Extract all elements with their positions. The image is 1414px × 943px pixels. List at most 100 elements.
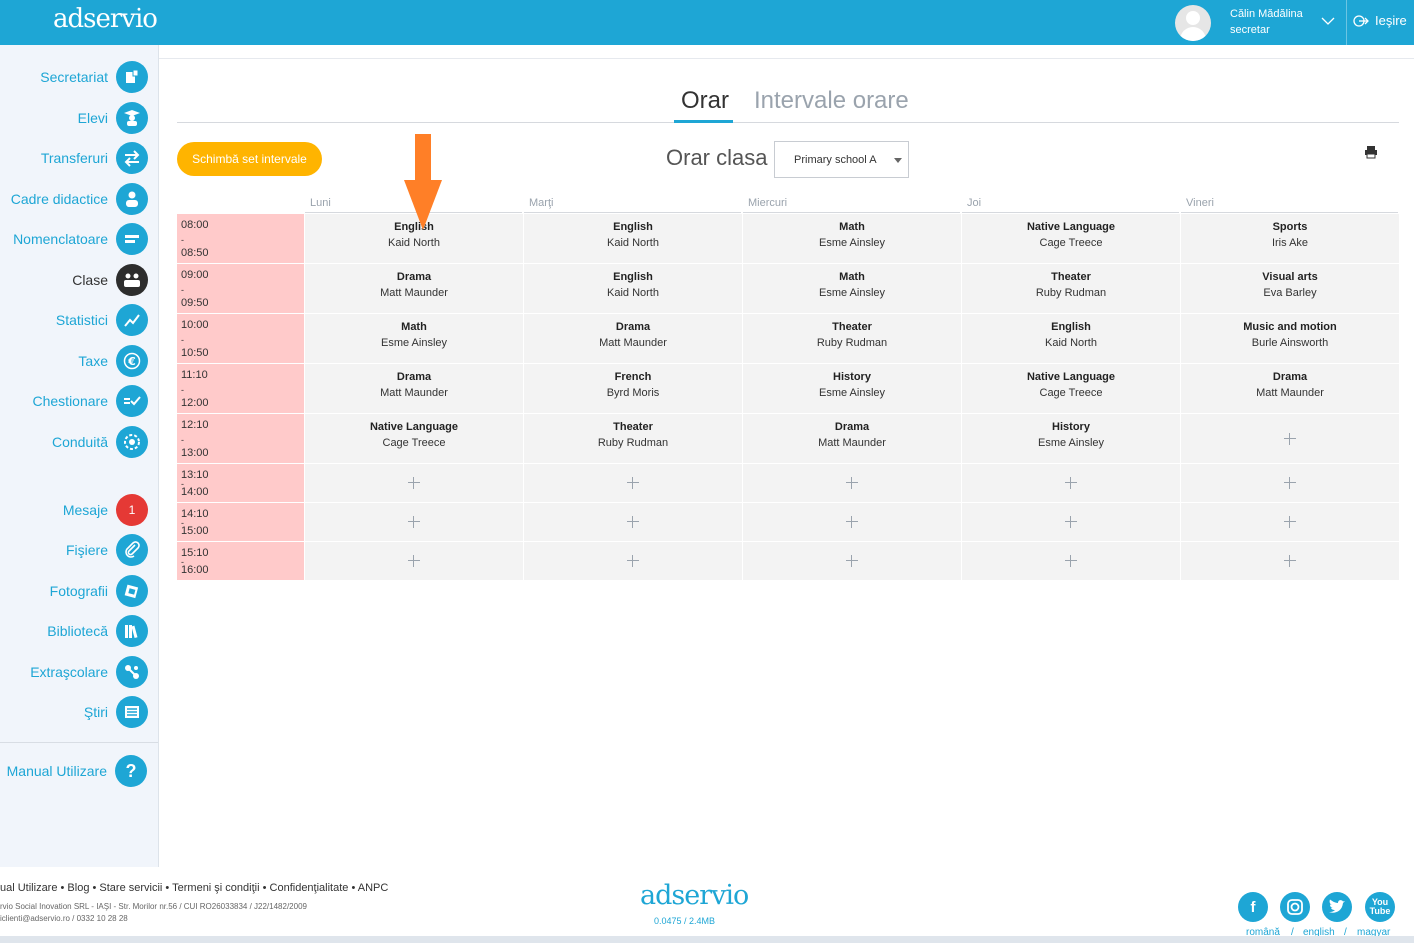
add-lesson-plus-icon[interactable] [1065, 555, 1077, 567]
empty-slot[interactable] [305, 503, 523, 541]
logout-button[interactable]: Ieşire [1353, 13, 1407, 28]
schedule-cell[interactable]: Sports Iris Ake [1181, 214, 1399, 263]
instagram-icon[interactable] [1280, 892, 1310, 922]
add-lesson-plus-icon[interactable] [408, 477, 420, 489]
euro-icon: € [116, 345, 148, 377]
schedule-cell[interactable]: Music and motion Burle Ainsworth [1181, 314, 1399, 363]
sidebar-item-extrascolare[interactable]: Extraşcolare [30, 655, 148, 689]
sidebar-item-conduita[interactable]: Conduită [52, 425, 148, 459]
sidebar-item-clase[interactable]: Clase [72, 263, 148, 297]
schedule-cell[interactable]: Math Esme Ainsley [743, 214, 961, 263]
add-lesson-plus-icon[interactable] [627, 516, 639, 528]
sidebar-item-label: Clase [72, 272, 108, 288]
empty-slot[interactable] [1181, 464, 1399, 502]
sidebar-item-mesaje[interactable]: Mesaje 1 [63, 493, 148, 527]
horizontal-scrollbar[interactable] [0, 936, 1414, 943]
add-lesson-plus-icon[interactable] [1284, 555, 1296, 567]
schedule-cell[interactable]: Drama Matt Maunder [524, 314, 742, 363]
add-lesson-plus-icon[interactable] [1284, 516, 1296, 528]
user-name[interactable]: Călin Mădălina [1230, 8, 1303, 20]
schedule-cell[interactable]: Drama Matt Maunder [305, 364, 523, 413]
add-lesson-plus-icon[interactable] [1065, 516, 1077, 528]
class-select[interactable]: Primary school A [774, 141, 909, 178]
sidebar-item-fotografii[interactable]: Fotografii [50, 574, 148, 608]
add-lesson-plus-icon[interactable] [1284, 477, 1296, 489]
empty-slot[interactable] [743, 503, 961, 541]
empty-slot[interactable] [1181, 414, 1399, 463]
schedule-cell[interactable]: Math Esme Ainsley [743, 264, 961, 313]
add-lesson-plus-icon[interactable] [627, 477, 639, 489]
time-dash: - [181, 285, 184, 295]
schedule-cell[interactable]: History Esme Ainsley [962, 414, 1180, 463]
empty-slot[interactable] [743, 542, 961, 580]
facebook-icon[interactable]: f [1238, 892, 1268, 922]
schedule-cell[interactable]: English Kaid North [962, 314, 1180, 363]
youtube-icon[interactable]: You Tube [1365, 892, 1395, 922]
add-lesson-plus-icon[interactable] [1065, 477, 1077, 489]
day-header: Joi [962, 197, 1179, 213]
schedule-cell[interactable]: English Kaid North [524, 214, 742, 263]
add-lesson-plus-icon[interactable] [408, 555, 420, 567]
change-intervals-button[interactable]: Schimbă set intervale [177, 142, 322, 176]
sidebar-item-nomenclatoare[interactable]: Nomenclatoare [13, 222, 148, 256]
sidebar-item-chestionare[interactable]: Chestionare [33, 384, 148, 418]
empty-slot[interactable] [962, 464, 1180, 502]
schedule-cell[interactable]: Math Esme Ainsley [305, 314, 523, 363]
add-lesson-plus-icon[interactable] [846, 477, 858, 489]
time-start: 11:10 [181, 369, 208, 381]
schedule-cell[interactable]: French Byrd Moris [524, 364, 742, 413]
tab-orar[interactable]: Orar [681, 87, 729, 115]
print-icon[interactable] [1364, 145, 1378, 159]
sidebar-item-statistici[interactable]: Statistici [56, 303, 148, 337]
empty-slot[interactable] [524, 464, 742, 502]
sidebar-item-elevi[interactable]: Elevi [78, 101, 148, 135]
sidebar-item-stiri[interactable]: Ştiri [84, 695, 148, 729]
teacher-name: Esme Ainsley [818, 387, 886, 399]
add-lesson-plus-icon[interactable] [1284, 433, 1296, 445]
teacher-name: Eva Barley [1263, 287, 1317, 299]
sidebar-item-transferuri[interactable]: Transferuri [41, 141, 148, 175]
teacher-name: Ruby Rudman [816, 337, 888, 349]
add-lesson-plus-icon[interactable] [846, 555, 858, 567]
sidebar-item-fisiere[interactable]: Fişiere [66, 533, 148, 567]
empty-slot[interactable] [1181, 542, 1399, 580]
schedule-cell[interactable]: Theater Ruby Rudman [743, 314, 961, 363]
schedule-cell[interactable]: Visual arts Eva Barley [1181, 264, 1399, 313]
teacher-name: Esme Ainsley [818, 287, 886, 299]
schedule-cell[interactable]: Drama Matt Maunder [305, 264, 523, 313]
schedule-cell[interactable]: Native Language Cage Treece [962, 364, 1180, 413]
sidebar-item-manual-utilizare[interactable]: Manual Utilizare? [7, 754, 147, 788]
empty-slot[interactable] [1181, 503, 1399, 541]
empty-slot[interactable] [743, 464, 961, 502]
schedule-cell[interactable]: English Kaid North [524, 264, 742, 313]
add-lesson-plus-icon[interactable] [408, 516, 420, 528]
user-avatar[interactable] [1175, 5, 1211, 41]
add-lesson-plus-icon[interactable] [846, 516, 858, 528]
sidebar-item-biblioteca[interactable]: Bibliotecă [47, 614, 148, 648]
schedule-cell[interactable]: History Esme Ainsley [743, 364, 961, 413]
empty-slot[interactable] [524, 542, 742, 580]
sidebar-item-taxe[interactable]: Taxe € [78, 344, 148, 378]
empty-slot[interactable] [305, 464, 523, 502]
tab-intervale-orare[interactable]: Intervale orare [754, 87, 909, 115]
logout-label: Ieşire [1375, 13, 1407, 28]
schedule-cell[interactable]: Theater Ruby Rudman [962, 264, 1180, 313]
schedule-cell[interactable]: Drama Matt Maunder [743, 414, 961, 463]
footer-links[interactable]: ual Utilizare • Blog • Stare servicii • … [0, 882, 388, 894]
sidebar-item-secretariat[interactable]: Secretariat [40, 60, 148, 94]
empty-slot[interactable] [524, 503, 742, 541]
empty-slot[interactable] [962, 542, 1180, 580]
schedule-cell[interactable]: Native Language Cage Treece [962, 214, 1180, 263]
schedule-cell[interactable]: Native Language Cage Treece [305, 414, 523, 463]
chevron-down-icon[interactable] [1321, 14, 1335, 28]
schedule-cell[interactable]: Theater Ruby Rudman [524, 414, 742, 463]
sidebar-item-label: Fişiere [65, 542, 108, 558]
empty-slot[interactable] [962, 503, 1180, 541]
app-logo[interactable]: adservio [53, 4, 158, 34]
twitter-icon[interactable] [1322, 892, 1352, 922]
schedule-cell[interactable]: Drama Matt Maunder [1181, 364, 1399, 413]
subject-name: Theater [832, 321, 872, 333]
sidebar-item-cadre-didactice[interactable]: Cadre didactice [11, 182, 148, 216]
add-lesson-plus-icon[interactable] [627, 555, 639, 567]
empty-slot[interactable] [305, 542, 523, 580]
